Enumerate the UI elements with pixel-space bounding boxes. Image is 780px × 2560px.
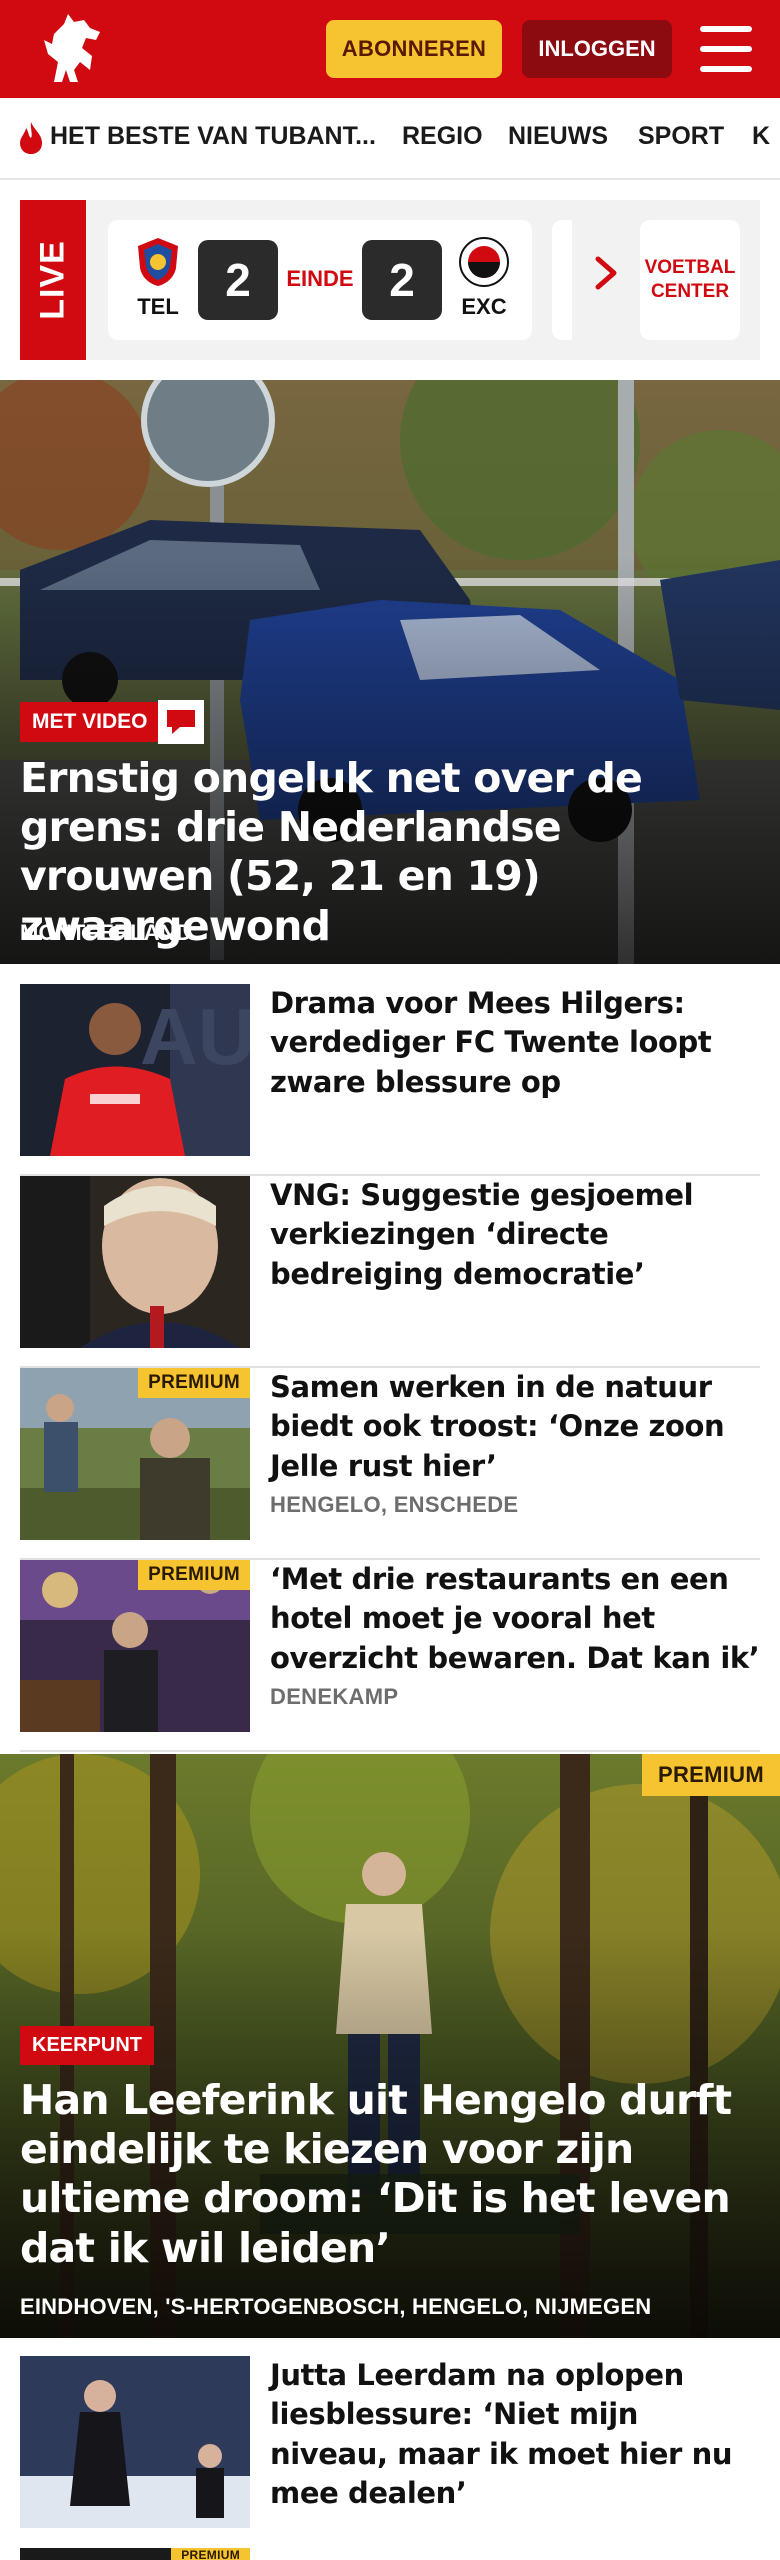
top-bar: ABONNEREN INLOGGEN — [0, 0, 780, 98]
article-thumbnail — [20, 1176, 250, 1348]
article-thumbnail — [20, 2356, 250, 2528]
login-button[interactable]: INLOGGEN — [522, 20, 672, 78]
article-thumbnail: PREMIUM — [20, 1368, 250, 1540]
svg-text:AU: AU — [140, 992, 250, 1081]
premium-badge: PREMIUM — [138, 1560, 250, 1590]
premium-badge: PREMIUM — [642, 1754, 780, 1796]
keerpunt-label: KEERPUNT — [20, 2026, 155, 2065]
hero-article[interactable]: MET VIDEO Ernstig ongeluk net over de gr… — [0, 380, 780, 964]
live-scoreboard: LIVE TEL 2 EINDE 2 EXC VOETBAL CENTER — [20, 200, 760, 360]
away-team-logo-icon — [459, 237, 509, 287]
nav-item-more[interactable]: K — [752, 122, 770, 151]
article-item[interactable]: VNG: Suggestie gesjoemel verkiezingen ‘d… — [20, 1176, 760, 1368]
live-label: LIVE — [33, 240, 72, 320]
video-label: MET VIDEO — [20, 702, 160, 742]
horse-logo-icon[interactable] — [34, 10, 110, 88]
article-thumbnail: AU — [20, 984, 250, 1156]
home-team-logo-icon — [138, 238, 178, 286]
hero-location: MONTFERLAND — [20, 920, 193, 945]
article-title[interactable]: Samen werken in de natuur biedt ook troo… — [270, 1368, 760, 1486]
article-thumbnail: PREMIUM — [20, 1560, 250, 1732]
video-label-text: MET VIDEO — [32, 710, 148, 733]
match-card[interactable]: TEL 2 EINDE 2 EXC — [108, 220, 532, 340]
home-score: 2 — [198, 240, 278, 320]
article-title[interactable]: ‘Met drie restaurants en een hotel moet … — [270, 1560, 760, 1678]
nav-item-best-of[interactable]: HET BESTE VAN TUBANT... — [50, 122, 376, 151]
hero-location: EINDHOVEN, 'S-HERTOGENBOSCH, HENGELO, NI… — [20, 2294, 652, 2319]
article-title[interactable]: Jutta Leerdam na oplopen liesblessure: ‘… — [270, 2356, 760, 2514]
flame-icon — [20, 122, 42, 154]
article-item[interactable]: PREMIUM ‘Met drie restaurants en een hot… — [20, 1560, 760, 1752]
article-location: DENEKAMP — [270, 1684, 399, 1709]
next-article-thumbnail[interactable]: PREMIUM — [20, 2548, 250, 2560]
article-title[interactable]: VNG: Suggestie gesjoemel verkiezingen ‘d… — [270, 1176, 760, 1294]
article-item[interactable]: PREMIUM Samen werken in de natuur biedt … — [20, 1368, 760, 1560]
nav-item-regio[interactable]: REGIO — [402, 122, 483, 151]
article-item[interactable]: Jutta Leerdam na oplopen liesblessure: ‘… — [20, 2356, 760, 2560]
subscribe-button[interactable]: ABONNEREN — [326, 20, 502, 78]
nav-item-sport[interactable]: SPORT — [638, 122, 724, 151]
match-status: EINDE — [286, 266, 354, 291]
away-score: 2 — [362, 240, 442, 320]
premium-badge: PREMIUM — [171, 2548, 250, 2560]
section-nav: HET BESTE VAN TUBANT... REGIO NIEUWS SPO… — [0, 98, 780, 180]
menu-icon[interactable] — [700, 26, 752, 72]
premium-badge: PREMIUM — [138, 1368, 250, 1398]
nav-item-nieuws[interactable]: NIEUWS — [508, 122, 608, 151]
hero-title[interactable]: Han Leeferink uit Hengelo durft eindelij… — [20, 2076, 740, 2273]
hero-article-premium[interactable]: PREMIUM KEERPUNT Han Leeferink uit Henge… — [0, 1754, 780, 2338]
home-team-name: TEL — [137, 294, 179, 319]
article-title[interactable]: Drama voor Mees Hilgers: verdediger FC T… — [270, 984, 760, 1102]
voetbal-center-link[interactable]: VOETBAL CENTER — [640, 220, 740, 340]
away-team-name: EXC — [461, 294, 507, 319]
live-tag: LIVE — [20, 200, 86, 360]
article-item[interactable]: AU Drama voor Mees Hilgers: verdediger F… — [20, 984, 760, 1176]
next-match-card[interactable] — [552, 220, 572, 340]
article-location: HENGELO, ENSCHEDE — [270, 1492, 519, 1517]
comment-icon — [158, 700, 204, 744]
chevron-right-icon[interactable] — [592, 256, 620, 290]
